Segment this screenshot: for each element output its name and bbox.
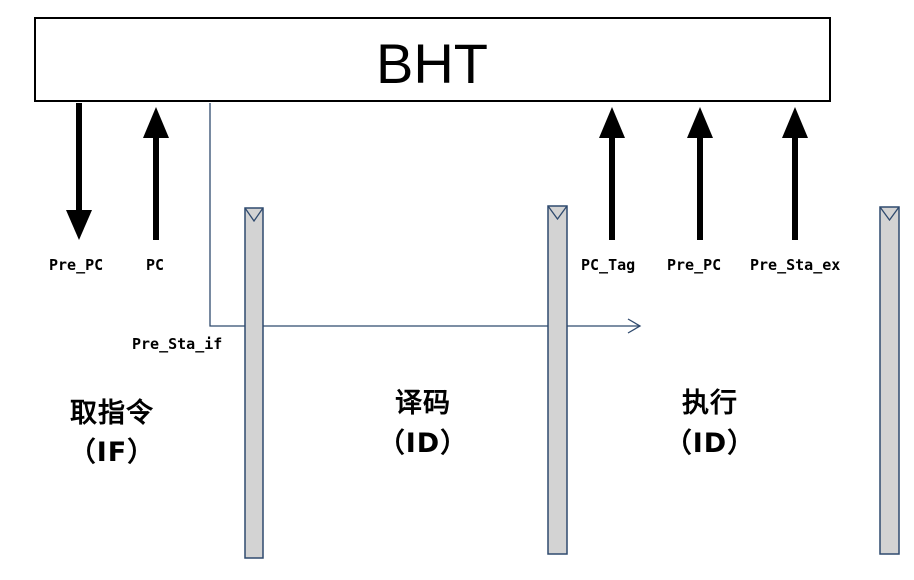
pipeline-register-if-id [244,207,264,559]
stage-fetch-abbr: （IF） [69,437,156,468]
stage-labels: 取指令 （IF） 译码 （ID） 执行 （ID） [69,387,755,468]
pre-pc-output-arrowhead [66,210,92,240]
signal-label-pc: PC [146,256,164,274]
signal-label-pre-sta-if: Pre_Sta_if [132,335,222,353]
pc-input-arrowhead [143,107,169,138]
stage-fetch-name: 取指令 [70,397,154,429]
pipeline-register-ex-out [879,206,900,555]
signal-label-pre-pc-right: Pre_PC [667,256,721,274]
bht-block: BHT [34,17,831,102]
stage-decode-name: 译码 [395,388,451,419]
pre-sta-ex-input-arrowhead [782,107,808,138]
signal-label-pre-pc-left: Pre_PC [49,256,103,274]
bht-pipeline-diagram: BHT Pre_PC PC Pre_Sta_if PC_Tag Pre_PC P… [34,17,900,559]
pipeline-register-id-ex [547,205,568,555]
pre-sta-if-line [209,103,640,327]
signal-arrows [66,103,808,240]
stage-decode-abbr: （ID） [378,428,468,459]
signal-labels: Pre_PC PC Pre_Sta_if PC_Tag Pre_PC Pre_S… [49,256,840,353]
bht-title: BHT [376,32,488,95]
pre-pc-input-arrowhead [687,107,713,138]
signal-label-pre-sta-ex: Pre_Sta_ex [750,256,840,274]
pre-sta-if-flow [209,103,642,334]
pc-tag-input-arrowhead [599,107,625,138]
stage-execute-name: 执行 [682,387,738,419]
signal-label-pc-tag: PC_Tag [581,256,635,274]
stage-execute-abbr: （ID） [665,428,755,459]
